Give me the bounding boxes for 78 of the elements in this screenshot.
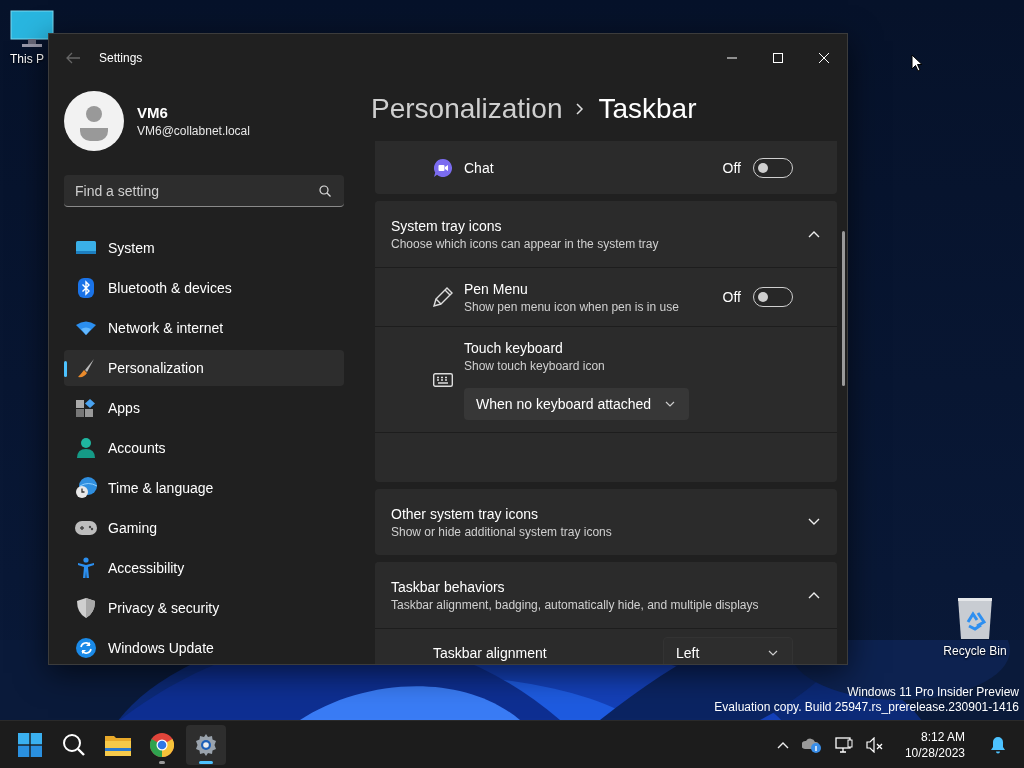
shield-icon [77, 598, 95, 618]
speaker-muted-icon[interactable] [865, 736, 884, 753]
setting-description: Show pen menu icon when pen is in use [464, 299, 680, 314]
scrollbar-thumb[interactable] [842, 231, 845, 386]
toggle-switch[interactable] [753, 287, 793, 307]
pen-icon [432, 286, 454, 308]
section-description: Taskbar alignment, badging, automatically hide, and multiple displays [391, 597, 760, 612]
chevron-up-icon[interactable] [808, 591, 820, 599]
setting-label: Chat [464, 159, 495, 176]
gear-icon[interactable] [194, 732, 218, 757]
network-monitor-icon[interactable] [834, 736, 853, 753]
caret-icon [665, 400, 676, 407]
recycle-bin-icon[interactable] [957, 596, 993, 640]
globe-clock-icon [75, 477, 97, 499]
build-info-text: Windows 11 Pro Insider Preview [847, 685, 1019, 699]
section-title: Other system tray icons [391, 505, 540, 522]
search-icon[interactable] [62, 732, 86, 757]
setting-label: Touch keyboard [464, 339, 564, 356]
search-field[interactable]: Find a setting [64, 175, 344, 207]
chat-icon [434, 158, 452, 177]
nav-item[interactable]: Windows Update [64, 630, 344, 664]
build-info-text: Evaluation copy. Build 25947.rs_prerelease.230901-1416 [714, 700, 1019, 714]
cursor-icon [911, 54, 923, 72]
nav-item[interactable]: Accounts [64, 430, 344, 466]
nav-item[interactable]: Bluetooth & devices [64, 270, 344, 306]
bell-icon[interactable] [990, 735, 1006, 754]
chevron-right-icon [576, 102, 585, 115]
monitor-icon [76, 240, 96, 256]
caret-icon [768, 650, 778, 656]
nav-item[interactable]: Apps [64, 390, 344, 426]
clock-time[interactable]: 8:12 AM [920, 729, 965, 744]
setting-description: Show touch keyboard icon [464, 358, 606, 373]
breadcrumb-link[interactable]: Personalization [371, 91, 563, 126]
section-description: Choose which icons can appear in the system tray [391, 236, 660, 251]
dropdown[interactable]: When no keyboard attached [464, 387, 690, 420]
toggle-state: Off [722, 289, 741, 305]
monitor-icon[interactable] [10, 10, 54, 48]
toggle-switch[interactable] [753, 157, 793, 178]
nav-item[interactable]: Gaming [64, 510, 344, 546]
window-title: Settings [99, 51, 143, 65]
dropdown[interactable]: Left [663, 637, 793, 664]
accessibility-icon [77, 557, 95, 579]
setting-label: Pen Menu [464, 280, 529, 297]
nav-item[interactable]: Accessibility [64, 550, 344, 586]
windows-logo-icon[interactable] [18, 732, 42, 757]
keyboard-icon [433, 372, 453, 387]
nav-item[interactable]: Privacy & security [64, 590, 344, 626]
page-title: Taskbar [598, 91, 697, 126]
person-icon [77, 438, 95, 458]
gamepad-icon [75, 521, 97, 535]
nav-item[interactable]: System [64, 230, 344, 266]
section-description: Show or hide additional system tray icons [391, 524, 613, 539]
nav-item[interactable]: Personalization [64, 350, 344, 386]
nav-item[interactable]: Time & language [64, 470, 344, 506]
brush-icon [76, 358, 96, 378]
desktop-icon-label[interactable]: Recycle Bin [943, 644, 1007, 658]
nav-item[interactable]: Network & internet [64, 310, 344, 346]
wifi-icon [76, 321, 96, 335]
chevron-up-icon[interactable] [808, 230, 820, 238]
account-email: VM6@collabnet.local [137, 124, 250, 138]
cloud-info-icon[interactable] [801, 736, 822, 753]
chevron-down-icon[interactable] [808, 518, 820, 526]
setting-label: Taskbar alignment [433, 645, 547, 661]
chevron-up-icon[interactable] [776, 740, 789, 749]
account-name: VM6 [137, 104, 169, 121]
section-title: System tray icons [391, 217, 503, 234]
browser-icon[interactable] [150, 732, 174, 757]
sync-icon [76, 638, 96, 658]
toggle-state: Off [722, 159, 741, 176]
bluetooth-icon [78, 278, 94, 298]
section-title: Taskbar behaviors [391, 578, 506, 595]
folder-icon[interactable] [105, 733, 131, 756]
clock-date[interactable]: 10/28/2023 [904, 745, 965, 760]
apps-icon [76, 399, 96, 417]
avatar[interactable] [64, 91, 124, 151]
back-arrow-icon[interactable] [65, 52, 81, 64]
search-icon[interactable] [319, 185, 331, 197]
desktop-icon-label[interactable]: This P [10, 52, 44, 66]
